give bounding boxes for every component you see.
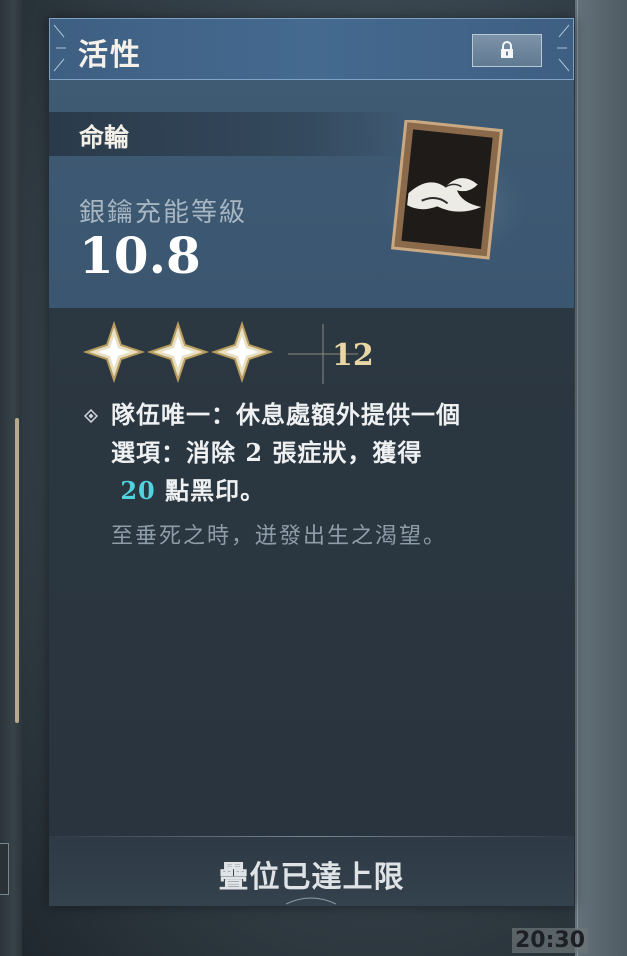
card-header: 活性 bbox=[49, 18, 574, 80]
footer-ornament bbox=[286, 897, 336, 905]
lock-button[interactable] bbox=[472, 34, 542, 67]
card-title: 活性 bbox=[78, 38, 142, 73]
effect-highlight-number: 20 bbox=[120, 476, 156, 505]
star-count: 12 bbox=[332, 338, 374, 373]
flavor-text: 至垂死之時，迸發出生之渴望。 bbox=[111, 524, 448, 549]
star-rating: 12 bbox=[82, 320, 382, 390]
framed-wave-painting-icon bbox=[379, 120, 529, 260]
lock-icon bbox=[501, 41, 513, 58]
four-point-star-icon bbox=[146, 320, 210, 384]
effect-text: 張症狀，獲得 bbox=[263, 438, 423, 467]
header-ornament-left bbox=[53, 24, 66, 72]
right-panel-edge bbox=[575, 0, 627, 956]
effect-text: 選項：消除 bbox=[111, 438, 246, 467]
relic-card: 活性 命輪 銀鑰充能等級 10.8 12 隊伍唯一：休息處額外提供一個 選項：消… bbox=[49, 18, 574, 906]
effect-text: 點黑印。 bbox=[155, 476, 266, 505]
diamond-bullet-icon bbox=[84, 409, 98, 423]
scrollbar-thumb[interactable] bbox=[15, 418, 19, 723]
effect-description: 隊伍唯一：休息處額外提供一個 選項：消除 2 張症狀，獲得 20 點黑印。 bbox=[111, 396, 551, 510]
effect-line-1: 隊伍唯一：休息處額外提供一個 bbox=[111, 400, 461, 429]
charge-level-value: 10.8 bbox=[79, 226, 201, 285]
stack-status-bar: 疊位已達上限 bbox=[49, 836, 574, 906]
type-label: 命輪 bbox=[79, 123, 130, 152]
left-panel-edge bbox=[0, 843, 9, 895]
effect-number: 2 bbox=[245, 438, 264, 467]
left-scroll-rail bbox=[0, 0, 22, 956]
four-point-star-icon bbox=[82, 320, 146, 384]
header-ornament-right bbox=[557, 24, 570, 72]
clock: 20:30 bbox=[512, 928, 589, 953]
charge-level-label: 銀鑰充能等級 bbox=[79, 198, 248, 228]
card-summary: 命輪 銀鑰充能等級 10.8 bbox=[49, 80, 574, 308]
effect-line-2: 選項：消除 2 張症狀，獲得 bbox=[111, 434, 551, 472]
effect-line-3: 20 點黑印。 bbox=[111, 472, 551, 510]
card-body: 12 隊伍唯一：休息處額外提供一個 選項：消除 2 張症狀，獲得 20 點黑印。… bbox=[49, 308, 574, 836]
stack-limit-label: 疊位已達上限 bbox=[218, 860, 405, 895]
divider bbox=[49, 836, 574, 837]
four-point-star-icon bbox=[210, 320, 274, 384]
